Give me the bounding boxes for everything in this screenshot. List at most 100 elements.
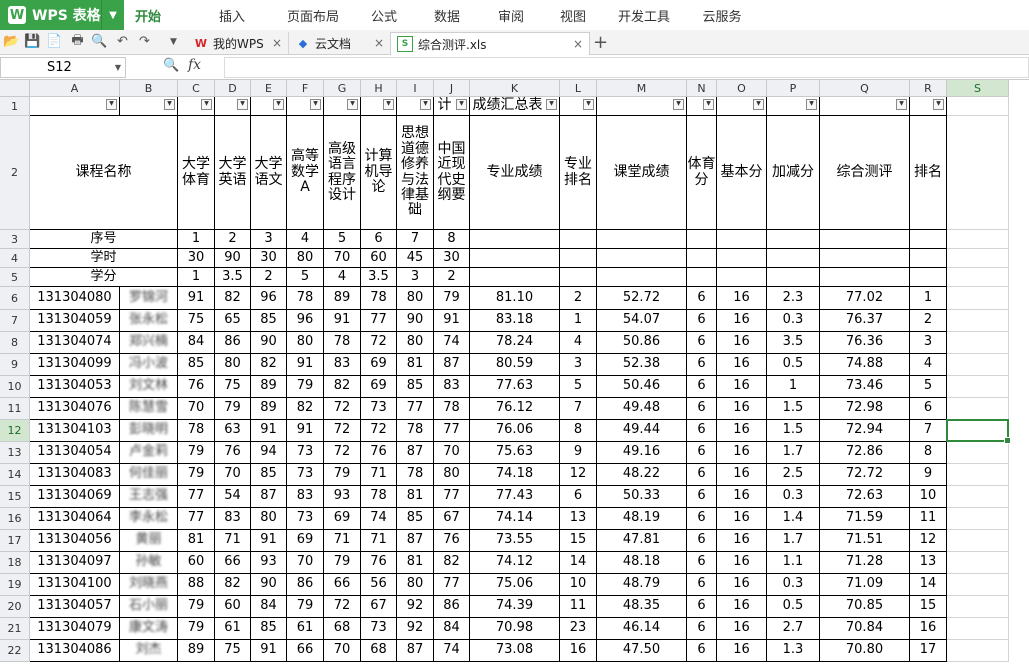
result-cell[interactable]: 73.46 xyxy=(820,376,910,398)
result-cell[interactable]: 6 xyxy=(910,398,947,420)
result-cell[interactable]: 10 xyxy=(910,486,947,508)
ribbon-tab-2[interactable]: 页面布局 xyxy=(272,0,354,30)
cell[interactable] xyxy=(820,230,910,249)
score-cell[interactable]: 79 xyxy=(287,596,324,618)
close-icon[interactable]: × xyxy=(374,36,384,50)
filter-dropdown-icon[interactable]: ▼ xyxy=(933,99,944,110)
score-cell[interactable]: 71 xyxy=(215,530,251,552)
info-value[interactable]: 30 xyxy=(251,249,287,268)
result-cell[interactable]: 16 xyxy=(717,574,767,596)
student-id[interactable]: 131304056 xyxy=(30,530,120,552)
score-cell[interactable]: 82 xyxy=(251,354,287,376)
result-cell[interactable]: 46.14 xyxy=(597,618,687,640)
filter-dropdown-icon[interactable]: ▼ xyxy=(106,99,117,110)
info-value[interactable]: 5 xyxy=(287,268,324,287)
result-cell[interactable]: 23 xyxy=(560,618,597,640)
info-row-label[interactable]: 学分 xyxy=(30,268,178,287)
score-cell[interactable]: 89 xyxy=(324,287,361,310)
result-cell[interactable]: 6 xyxy=(687,464,717,486)
score-cell[interactable]: 76 xyxy=(178,376,215,398)
filter-dropdown-icon[interactable]: ▼ xyxy=(201,99,212,110)
row-header-7[interactable]: 7 xyxy=(0,310,30,332)
score-cell[interactable]: 84 xyxy=(434,618,470,640)
score-cell[interactable]: 73 xyxy=(287,442,324,464)
filter-dropdown-icon[interactable]: ▼ xyxy=(383,99,394,110)
result-cell[interactable]: 16 xyxy=(717,332,767,354)
cell[interactable] xyxy=(947,332,1009,354)
column-header-F[interactable]: F xyxy=(287,80,324,97)
score-cell[interactable]: 70 xyxy=(287,552,324,574)
filter-cell[interactable]: ▼ xyxy=(324,97,361,116)
row-header-20[interactable]: 20 xyxy=(0,596,30,618)
score-cell[interactable]: 91 xyxy=(178,287,215,310)
info-value[interactable]: 8 xyxy=(434,230,470,249)
column-header-E[interactable]: E xyxy=(251,80,287,97)
student-name[interactable]: 黄丽 xyxy=(120,530,178,552)
result-cell[interactable]: 2 xyxy=(910,310,947,332)
student-name[interactable]: 张永松 xyxy=(120,310,178,332)
result-cell[interactable]: 16 xyxy=(717,596,767,618)
score-cell[interactable]: 94 xyxy=(251,442,287,464)
score-cell[interactable]: 80 xyxy=(434,464,470,486)
score-cell[interactable]: 66 xyxy=(324,574,361,596)
score-cell[interactable]: 79 xyxy=(324,552,361,574)
result-cell[interactable]: 77.02 xyxy=(820,287,910,310)
result-cell[interactable]: 48.79 xyxy=(597,574,687,596)
result-cell[interactable]: 74.39 xyxy=(470,596,560,618)
row-header-16[interactable]: 16 xyxy=(0,508,30,530)
info-value[interactable]: 6 xyxy=(361,230,397,249)
score-cell[interactable]: 82 xyxy=(434,552,470,574)
result-cell[interactable]: 48.35 xyxy=(597,596,687,618)
doc-tab-cloud-docs[interactable]: ◆ 云文档 × xyxy=(290,32,391,54)
score-cell[interactable]: 91 xyxy=(324,310,361,332)
score-cell[interactable]: 68 xyxy=(324,618,361,640)
score-cell[interactable]: 84 xyxy=(178,332,215,354)
student-id[interactable]: 131304074 xyxy=(30,332,120,354)
score-cell[interactable]: 67 xyxy=(361,596,397,618)
result-cell[interactable]: 15 xyxy=(560,530,597,552)
ribbon-tab-7[interactable]: 开发工具 xyxy=(604,0,684,30)
result-cell[interactable]: 73.55 xyxy=(470,530,560,552)
score-cell[interactable]: 76 xyxy=(215,442,251,464)
student-id[interactable]: 131304097 xyxy=(30,552,120,574)
cell[interactable] xyxy=(947,640,1009,662)
student-id[interactable]: 131304076 xyxy=(30,398,120,420)
result-cell[interactable]: 49.48 xyxy=(597,398,687,420)
result-cell[interactable]: 81.10 xyxy=(470,287,560,310)
score-cell[interactable]: 78 xyxy=(361,486,397,508)
filter-cell[interactable]: 成绩汇总表 ▼ xyxy=(470,97,560,116)
score-cell[interactable]: 76 xyxy=(361,552,397,574)
column-header-I[interactable]: I xyxy=(397,80,434,97)
result-cell[interactable]: 16 xyxy=(717,552,767,574)
filter-dropdown-icon[interactable]: ▼ xyxy=(420,99,431,110)
student-name[interactable]: 冯小波 xyxy=(120,354,178,376)
cell[interactable] xyxy=(687,268,717,287)
cell[interactable] xyxy=(767,230,820,249)
score-cell[interactable]: 76 xyxy=(434,530,470,552)
score-cell[interactable]: 79 xyxy=(178,442,215,464)
row-header-6[interactable]: 6 xyxy=(0,287,30,310)
score-cell[interactable]: 91 xyxy=(251,530,287,552)
info-value[interactable]: 5 xyxy=(324,230,361,249)
row-header-17[interactable]: 17 xyxy=(0,530,30,552)
score-cell[interactable]: 77 xyxy=(434,574,470,596)
result-cell[interactable]: 47.50 xyxy=(597,640,687,662)
score-cell[interactable]: 82 xyxy=(324,376,361,398)
score-cell[interactable]: 91 xyxy=(287,354,324,376)
score-cell[interactable]: 80 xyxy=(397,574,434,596)
undo-icon[interactable]: ↶ xyxy=(115,34,130,49)
student-name[interactable]: 刘杰 xyxy=(120,640,178,662)
result-cell[interactable]: 70.84 xyxy=(820,618,910,640)
score-cell[interactable]: 79 xyxy=(324,464,361,486)
result-cell[interactable]: 10 xyxy=(560,574,597,596)
score-cell[interactable]: 79 xyxy=(434,287,470,310)
row-header-13[interactable]: 13 xyxy=(0,442,30,464)
cell[interactable] xyxy=(910,230,947,249)
info-value[interactable]: 7 xyxy=(397,230,434,249)
score-cell[interactable]: 60 xyxy=(178,552,215,574)
column-header-J[interactable]: J xyxy=(434,80,470,97)
score-cell[interactable]: 86 xyxy=(215,332,251,354)
result-cell[interactable]: 16 xyxy=(717,530,767,552)
info-row-label[interactable]: 序号 xyxy=(30,230,178,249)
student-id[interactable]: 131304100 xyxy=(30,574,120,596)
